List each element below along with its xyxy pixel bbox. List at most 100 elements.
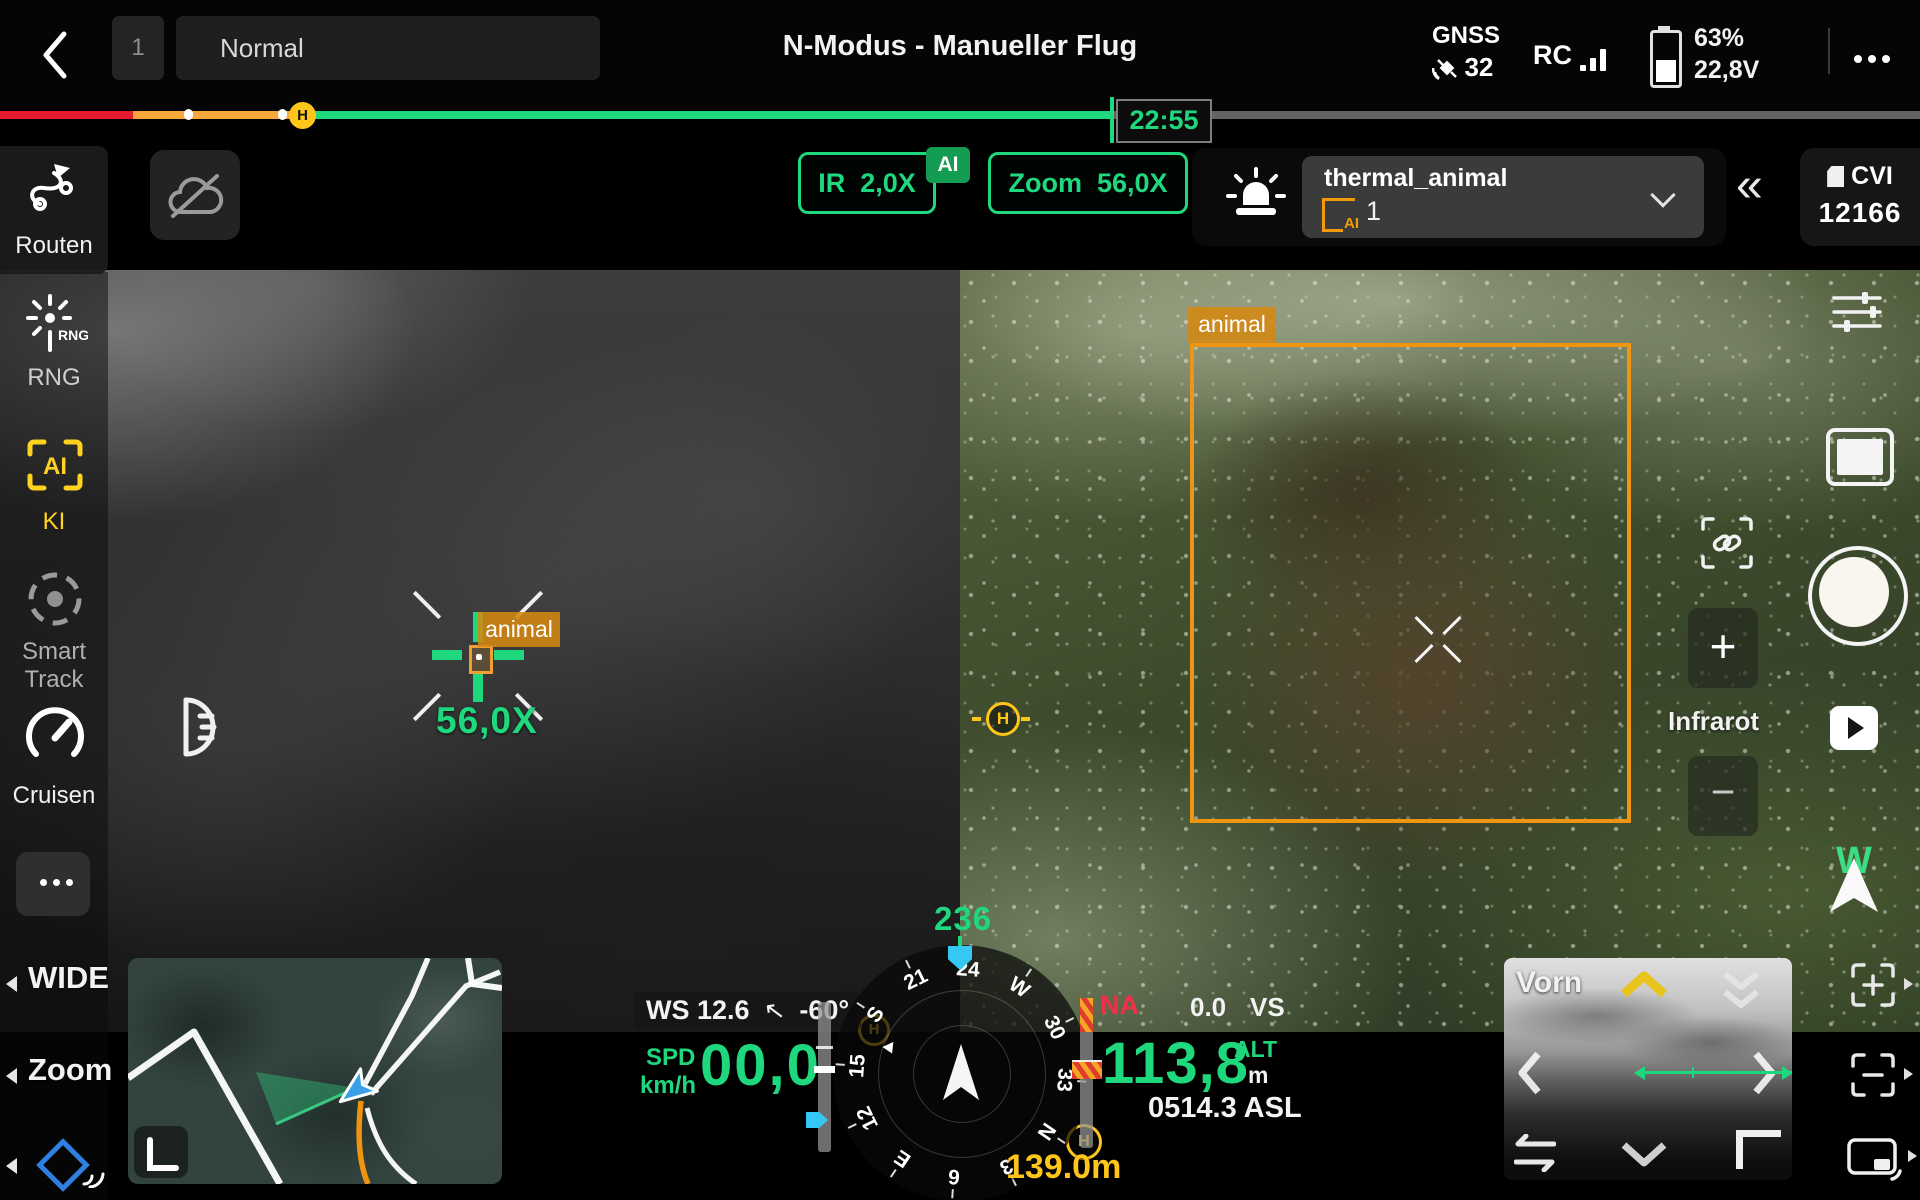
topbar-divider (1828, 28, 1830, 74)
collapse-minus-brackets-icon[interactable] (1850, 1052, 1896, 1098)
tracking-crosshair-left (432, 650, 462, 660)
cvi-label: CVI (1851, 162, 1893, 190)
rc-label: RC (1533, 40, 1572, 70)
altitude-value: 113,8 (1102, 1030, 1249, 1097)
thermal-detection-label: animal (478, 612, 560, 647)
remaining-time-badge: 22:55 (1116, 99, 1212, 143)
siren-alert-icon[interactable] (1224, 166, 1288, 228)
vs-value: 0.0 (1190, 992, 1226, 1023)
infrared-label: Infrarot (1668, 706, 1759, 737)
rc-signal-status[interactable]: RC (1533, 40, 1606, 71)
pan-range-line (1644, 1071, 1792, 1074)
zoom-select-triangle-icon (6, 1068, 17, 1084)
flight-mode-title: N-Modus - Manueller Flug (783, 30, 1137, 63)
battery-status[interactable]: 63% 22,8V (1650, 24, 1682, 82)
sidebar-item-cruisen[interactable]: Cruisen (0, 702, 108, 818)
collapse-panel-chevrons[interactable]: « (1736, 158, 1763, 213)
cruise-speedometer-icon (24, 704, 86, 766)
timeline-playhead[interactable] (1110, 97, 1114, 143)
back-chevron-icon[interactable] (38, 28, 72, 82)
rng-rangefinder-icon: RNG (24, 294, 88, 354)
na-warning: NA (1100, 990, 1139, 1021)
zoom-out-button[interactable]: − (1688, 756, 1758, 836)
pan-line-right-arrow (1782, 1066, 1792, 1080)
pan-line-left-arrow (1634, 1066, 1645, 1080)
ai-brackets-text: AI (1343, 215, 1359, 232)
spotlight-icon[interactable] (156, 692, 232, 762)
corner-frame-icon[interactable] (1736, 1130, 1781, 1169)
fpv-preview-panel[interactable]: Vorn (1504, 958, 1792, 1180)
camera-settings-sliders-icon[interactable] (1832, 290, 1882, 334)
ai-brackets-icon: AI (1322, 198, 1355, 232)
picture-in-picture-icon[interactable] (1846, 1134, 1902, 1188)
smart-track-icon (24, 568, 86, 630)
heading-value: 236 (934, 900, 992, 938)
drone-flight-app: 1 Normal N-Modus - Manueller Flug GNSS 3… (0, 0, 1920, 1200)
detection-model-name: thermal_animal (1324, 164, 1507, 193)
minimap[interactable] (128, 958, 502, 1184)
expand-plus-brackets-icon[interactable] (1850, 962, 1896, 1008)
routen-button[interactable]: Routen (0, 146, 108, 274)
laser-select-triangle-icon (6, 1158, 17, 1174)
gnss-count: 32 (1464, 52, 1493, 82)
home-distance-value: 139.0m (1006, 1148, 1121, 1187)
page-number-box[interactable]: 1 (112, 16, 164, 80)
rgb-detection-label: animal (1188, 307, 1276, 343)
swap-view-icon[interactable] (1514, 1134, 1556, 1172)
compass-point-12: 12 (853, 1102, 885, 1134)
wide-select-triangle-icon (6, 976, 17, 992)
detection-count: 1 (1366, 196, 1381, 227)
signal-bars-icon (1576, 51, 1606, 68)
camera-mode-wide[interactable]: WIDE (28, 960, 109, 996)
tracking-crosshair-bottom (473, 672, 483, 702)
more-menu-ellipsis-icon[interactable] (1848, 50, 1890, 68)
timeline-home-marker[interactable]: H (289, 102, 316, 129)
sidebar-item-smart-track[interactable]: Smart Track (0, 568, 108, 698)
altitude-unit: m (1248, 1062, 1268, 1089)
zoom-level-button[interactable]: Zoom 56,0X (988, 152, 1188, 214)
home-marker-dash (972, 717, 981, 721)
animal-bounding-box[interactable] (1190, 343, 1631, 823)
gimbal-up-chevron-icon[interactable] (1620, 970, 1668, 998)
detection-model-dropdown[interactable]: thermal_animal AI 1 (1302, 156, 1704, 238)
expand-arrow-icon (1904, 978, 1913, 990)
aircraft-arrow-icon (941, 1042, 981, 1102)
screen-display-icon[interactable] (1826, 428, 1894, 486)
speed-slider-track[interactable] (818, 1002, 831, 1152)
north-arrow-icon[interactable] (1826, 856, 1882, 914)
cvi-status-box[interactable]: CVI 12166 (1800, 148, 1920, 246)
double-chevron-down-icon[interactable] (1720, 968, 1762, 1012)
playback-button[interactable] (1830, 706, 1878, 750)
sidebar-label-ki: KI (0, 508, 108, 536)
gimbal-down-chevron-icon[interactable] (1620, 1140, 1668, 1168)
gnss-label: GNSS (1432, 22, 1500, 50)
wind-speed: WS 12.6 (646, 995, 750, 1025)
compass-tick (836, 1063, 845, 1066)
rng-icon-text: RNG (58, 327, 88, 343)
camera-mode-zoom[interactable]: Zoom (28, 1052, 112, 1088)
spd-label: SPD (646, 1044, 695, 1072)
cvi-value: 12166 (1800, 197, 1920, 229)
battery-percent: 63% (1694, 24, 1744, 53)
timeline-gray-segment (1113, 111, 1920, 119)
ir-zoom-button[interactable]: IR 2,0X (798, 152, 936, 214)
compass-tick (890, 1169, 897, 1178)
sidebar-item-ki[interactable]: AI KI (0, 438, 108, 548)
mode-selector[interactable]: Normal (176, 16, 600, 80)
timeline-red-segment (0, 111, 133, 119)
cloud-off-button[interactable] (150, 150, 240, 240)
pan-left-chevron-icon[interactable] (1516, 1050, 1544, 1096)
home-marker-dash (1021, 717, 1030, 721)
link-track-brackets-icon[interactable] (1700, 516, 1754, 570)
shutter-button[interactable] (1808, 546, 1908, 646)
thermal-zoom-value: 56,0X (436, 700, 538, 742)
compass-tick (848, 1123, 857, 1129)
battery-voltage: 22,8V (1694, 56, 1759, 85)
sidebar-label-cruisen: Cruisen (0, 782, 108, 810)
gnss-status[interactable]: GNSS 32 (1432, 22, 1500, 83)
timeline-green-segment (302, 111, 1113, 119)
sidebar-more-ellipsis-button[interactable] (16, 852, 90, 916)
sidebar-item-rng[interactable]: RNG RNG (0, 292, 108, 402)
route-icon (26, 160, 82, 216)
zoom-in-button[interactable]: + (1688, 608, 1758, 688)
